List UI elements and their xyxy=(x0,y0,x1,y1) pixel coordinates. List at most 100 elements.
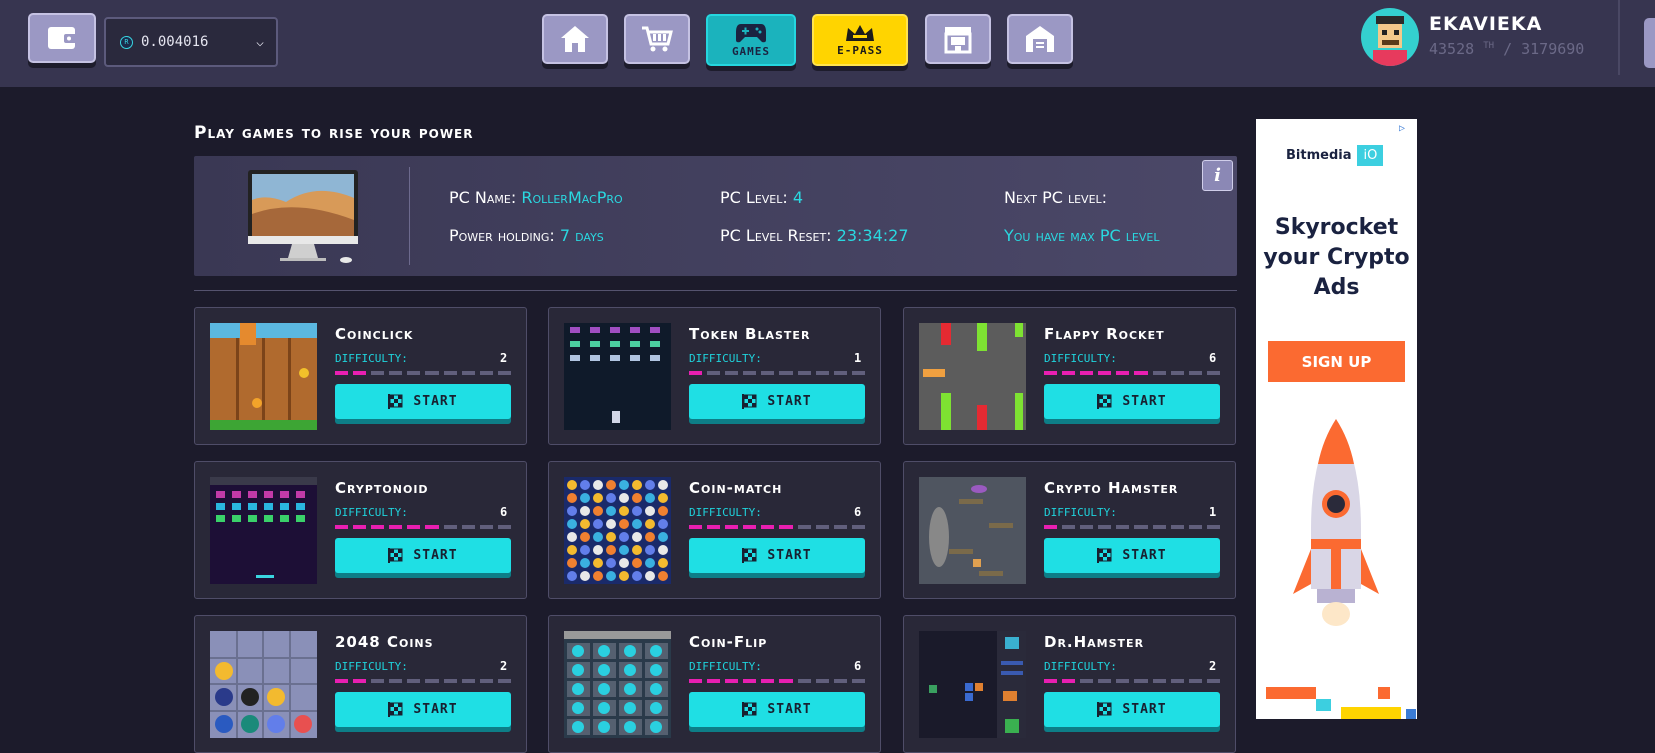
difficulty-segment xyxy=(743,525,757,529)
game-thumbnail[interactable] xyxy=(564,323,671,430)
game-thumbnail[interactable] xyxy=(210,323,317,430)
info-icon: i xyxy=(1214,165,1221,186)
start-game-button[interactable]: START xyxy=(1044,538,1220,573)
balance-value: 0.004016 xyxy=(141,34,209,50)
ad-brand: Bitmedia xyxy=(1286,148,1352,163)
start-game-button[interactable]: START xyxy=(689,692,865,727)
game-thumbnail[interactable] xyxy=(919,631,1026,738)
ad-headline: Skyrocket your Crypto Ads xyxy=(1263,215,1410,300)
difficulty-segment xyxy=(707,525,721,529)
next-pc-level-value: You have max PC level xyxy=(1004,226,1160,245)
game-card: Token Blaster DIFFICULTY: 1 START xyxy=(548,307,881,445)
difficulty-label: DIFFICULTY: xyxy=(335,506,408,519)
difficulty-segment xyxy=(353,371,367,375)
difficulty-segment xyxy=(689,371,703,375)
start-game-button[interactable]: START xyxy=(335,384,511,419)
difficulty-segment xyxy=(407,371,421,375)
checkered-flag-icon xyxy=(1097,394,1112,409)
game-card: Coin-Flip DIFFICULTY: 6 START xyxy=(548,615,881,753)
difficulty-segment xyxy=(479,371,493,375)
start-game-button[interactable]: START xyxy=(689,384,865,419)
difficulty-segment xyxy=(425,525,439,529)
difficulty-segment xyxy=(389,525,403,529)
start-game-button[interactable]: START xyxy=(689,538,865,573)
difficulty-segment xyxy=(815,525,829,529)
user-stats-separator: / xyxy=(1503,40,1513,58)
username: EKAVIEKA xyxy=(1429,13,1543,35)
difficulty-segment xyxy=(725,371,739,375)
difficulty-value: 2 xyxy=(1209,659,1217,673)
start-game-button[interactable]: START xyxy=(1044,692,1220,727)
game-thumbnail[interactable] xyxy=(564,631,671,738)
ad-brand-suffix: iO xyxy=(1357,145,1384,166)
difficulty-bar xyxy=(335,525,511,529)
wallet-button[interactable] xyxy=(28,13,96,63)
game-card: Coin-match DIFFICULTY: 6 START xyxy=(548,461,881,599)
game-title: Dr.Hamster xyxy=(1044,633,1145,651)
ad-choices-icon[interactable]: ▷ xyxy=(1399,123,1411,135)
difficulty-value: 2 xyxy=(500,659,508,673)
nav-epass-button[interactable]: E-PASS xyxy=(812,14,908,66)
nav-store-button[interactable] xyxy=(925,14,991,64)
nav-home-button[interactable] xyxy=(542,14,608,64)
game-thumbnail[interactable] xyxy=(210,631,317,738)
difficulty-segment xyxy=(1044,525,1058,529)
start-label: START xyxy=(1122,394,1167,409)
difficulty-segment xyxy=(725,525,739,529)
difficulty-label: DIFFICULTY: xyxy=(1044,352,1117,365)
difficulty-segment xyxy=(461,371,475,375)
ad-banner[interactable]: ▷ Bitmedia iO Skyrocket your Crypto Ads … xyxy=(1256,119,1417,719)
info-button[interactable]: i xyxy=(1202,160,1233,191)
pc-level-field: PC Level: 4 xyxy=(720,188,803,207)
balance-selector[interactable]: R 0.004016 ⌵ xyxy=(104,17,278,67)
checkered-flag-icon xyxy=(388,394,403,409)
nav-market-button[interactable] xyxy=(624,14,690,64)
game-thumbnail[interactable] xyxy=(919,323,1026,430)
difficulty-segment xyxy=(1098,679,1112,683)
difficulty-segment xyxy=(1062,679,1076,683)
game-card: Cryptonoid DIFFICULTY: 6 START xyxy=(194,461,527,599)
difficulty-segment xyxy=(1080,371,1094,375)
difficulty-segment xyxy=(797,525,811,529)
start-game-button[interactable]: START xyxy=(1044,384,1220,419)
power-holding-field: Power holding: 7 days xyxy=(449,226,604,245)
ad-signup-button[interactable]: SIGN UP xyxy=(1268,341,1405,382)
difficulty-segment xyxy=(1188,679,1202,683)
hangar-icon xyxy=(1026,26,1054,52)
user-avatar[interactable] xyxy=(1361,8,1419,66)
game-card: Dr.Hamster DIFFICULTY: 2 START xyxy=(903,615,1236,753)
difficulty-segment xyxy=(797,679,811,683)
start-game-button[interactable]: START xyxy=(335,692,511,727)
difficulty-value: 6 xyxy=(854,659,862,673)
difficulty-segment xyxy=(1206,679,1220,683)
game-title: Coinclick xyxy=(335,325,414,343)
difficulty-segment xyxy=(815,371,829,375)
difficulty-segment xyxy=(1206,525,1220,529)
game-thumbnail[interactable] xyxy=(210,477,317,584)
nav-games-button[interactable]: GAMES xyxy=(706,14,796,66)
menu-button[interactable] xyxy=(1644,18,1655,68)
difficulty-segment xyxy=(371,371,385,375)
nav-games-label: GAMES xyxy=(731,45,771,58)
game-thumbnail[interactable] xyxy=(919,477,1026,584)
pc-name-field: PC Name: RollerMacPro xyxy=(449,188,623,207)
difficulty-segment xyxy=(1116,525,1130,529)
difficulty-segment xyxy=(1188,371,1202,375)
difficulty-segment xyxy=(743,371,757,375)
difficulty-segment xyxy=(497,525,511,529)
start-game-button[interactable]: START xyxy=(335,538,511,573)
next-pc-level-label: Next PC level: xyxy=(1004,188,1108,207)
checkered-flag-icon xyxy=(1097,702,1112,717)
game-thumbnail[interactable] xyxy=(564,477,671,584)
difficulty-bar xyxy=(335,679,511,683)
pc-level-reset-field: PC Level Reset: 23:34:27 xyxy=(720,226,909,245)
nav-rooms-button[interactable] xyxy=(1007,14,1073,64)
difficulty-label: DIFFICULTY: xyxy=(1044,506,1117,519)
difficulty-segment xyxy=(797,371,811,375)
difficulty-segment xyxy=(335,525,349,529)
difficulty-segment xyxy=(1044,679,1058,683)
difficulty-segment xyxy=(1044,371,1058,375)
pc-level-reset-value: 23:34:27 xyxy=(836,226,909,245)
wallet-icon xyxy=(48,27,77,49)
difficulty-segment xyxy=(425,371,439,375)
